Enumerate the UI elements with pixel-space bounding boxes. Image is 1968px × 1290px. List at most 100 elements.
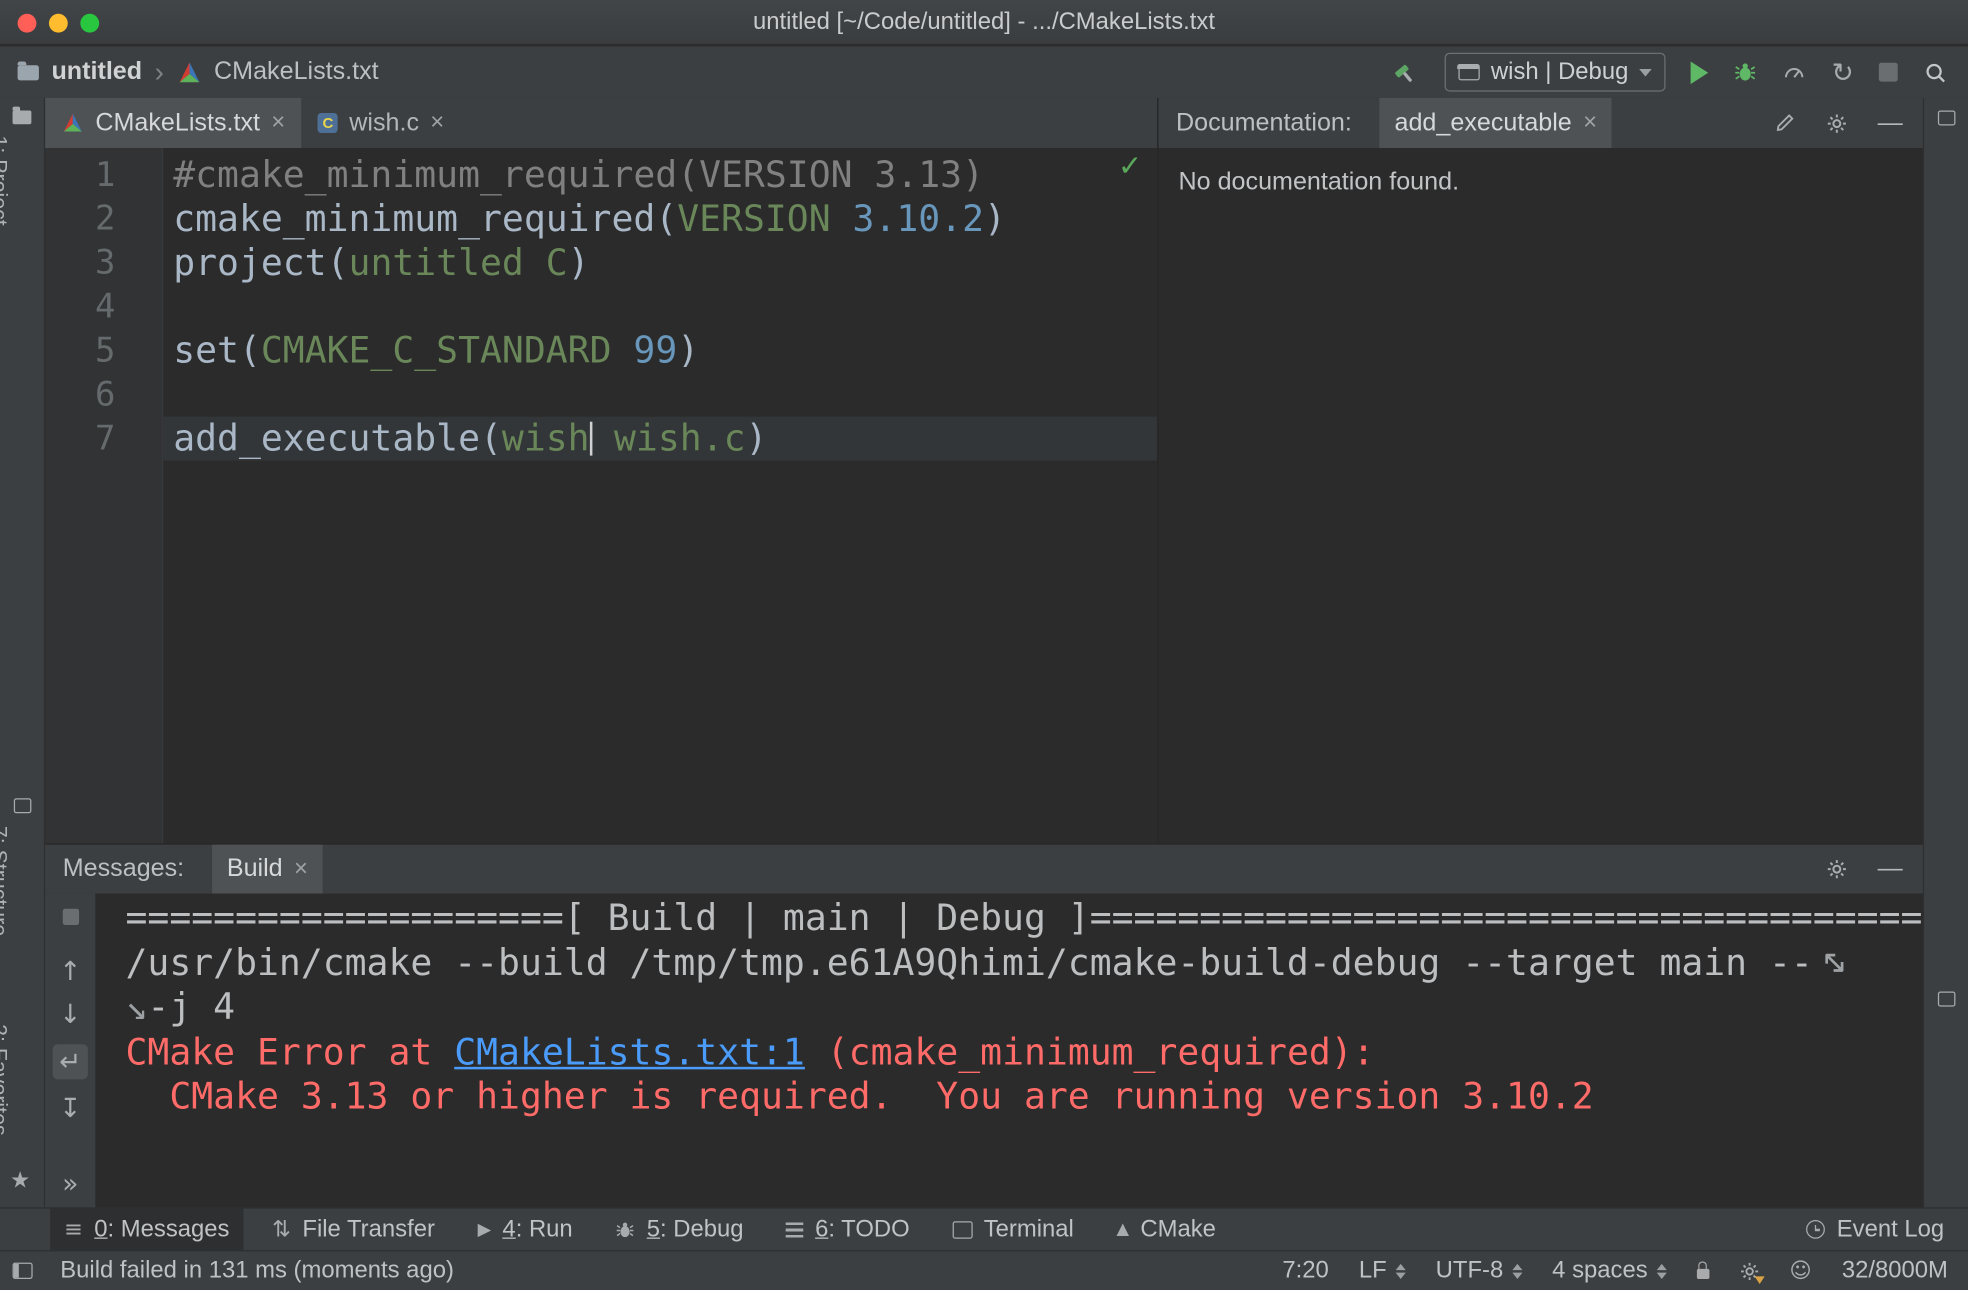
code-editor[interactable]: 1 #cmake_minimum_required(VERSION 3.13) 2… [45, 148, 1158, 844]
next-message-icon[interactable]: ↓ [59, 1001, 81, 1028]
text-segment: File Transfer [302, 1215, 435, 1242]
code-line[interactable]: 6 [45, 373, 1157, 417]
zoom-window-button[interactable] [80, 13, 100, 33]
favorites-star-icon[interactable]: ★ [10, 1167, 30, 1193]
close-icon[interactable]: × [294, 855, 308, 883]
console-stop-icon[interactable] [62, 908, 79, 926]
sidebar-item-structure[interactable]: 7: Structure [0, 826, 11, 936]
text-segment: ↘ [125, 985, 148, 1028]
code-text: add_executable(wish wish.c) [163, 416, 1158, 461]
console-text: CMake 3.13 or higher is required. You ar… [125, 1074, 1594, 1118]
gear-icon[interactable] [1826, 858, 1847, 879]
toolwindow-file-transfer-button[interactable]: ⇅ File Transfer [258, 1209, 448, 1250]
console-toolbar: ↑ ↓ ↵ ↧ » [45, 893, 96, 1208]
more-actions-icon[interactable]: » [62, 1170, 78, 1197]
hide-panel-icon[interactable]: — [1878, 109, 1903, 138]
run-config-combo[interactable]: wish | Debug [1444, 52, 1667, 92]
close-icon[interactable]: × [271, 109, 285, 137]
text-segment: CMake 3.13 or higher is required. You ar… [125, 1074, 1594, 1118]
caret-position[interactable]: 7:20 [1282, 1257, 1328, 1285]
search-icon[interactable] [1923, 60, 1948, 85]
line-ending-selector[interactable]: LF [1359, 1257, 1406, 1285]
console-line: CMake Error at CMakeLists.txt:1 (cmake_m… [126, 1030, 1923, 1075]
error-file-link[interactable]: CMakeLists.txt:1 [454, 1030, 805, 1073]
sidebar-item-favorites[interactable]: 2: Favorites [0, 1024, 11, 1135]
close-icon[interactable]: × [1583, 109, 1597, 137]
breadcrumb-project[interactable]: untitled [51, 58, 142, 87]
code-line[interactable]: 4 [45, 285, 1157, 329]
code-line[interactable]: 2 cmake_minimum_required(VERSION 3.10.2) [45, 197, 1157, 241]
hide-panel-icon[interactable]: — [1878, 855, 1903, 884]
gear-sync-icon[interactable] [1739, 1261, 1765, 1284]
button-label: Event Log [1836, 1215, 1945, 1242]
toolwindow-toggle-icon[interactable] [12, 1262, 33, 1279]
event-log-button[interactable]: Event Log [1793, 1209, 1958, 1250]
tab-cmakelists[interactable]: CMakeLists.txt × [45, 97, 302, 149]
scroll-to-end-icon[interactable]: ↧ [59, 1095, 81, 1122]
toolwindow-debug-button[interactable]: 5: Debug [602, 1209, 758, 1250]
inspections-ok-icon[interactable]: ✓ [1118, 151, 1142, 184]
button-label: 4: Run [502, 1216, 572, 1244]
edit-source-icon[interactable] [1773, 112, 1796, 135]
toolwindow-todo-button[interactable]: 6: TODO [772, 1209, 923, 1250]
text-segment: cmake_minimum_required( [173, 197, 678, 240]
remote-host-icon [1937, 110, 1956, 126]
messages-label: Messages: [62, 854, 185, 883]
text-segment: wish.c [592, 416, 746, 460]
toolwindow-terminal-button[interactable]: Terminal [939, 1209, 1088, 1250]
tab-build[interactable]: Build × [211, 844, 323, 894]
breadcrumb-file[interactable]: CMakeLists.txt [214, 58, 379, 87]
expand-line-icon[interactable]: ↔ [1808, 938, 1859, 989]
stop-icon[interactable] [1878, 62, 1898, 82]
toolwindow-cmake-button[interactable]: ▲ CMake [1103, 1209, 1230, 1250]
minimize-window-button[interactable] [48, 13, 68, 33]
cmake-file-icon [179, 61, 199, 82]
code-text: #cmake_minimum_required(VERSION 3.13) [163, 153, 1157, 197]
indent-selector[interactable]: 4 spaces [1552, 1257, 1667, 1285]
build-console[interactable]: ====================[ Build | main | Deb… [95, 893, 1923, 1208]
sidebar-item-project[interactable]: 1: Project [0, 136, 11, 226]
text-segment: 99 [633, 328, 678, 372]
code-line[interactable]: 3 project(untitled C) [45, 241, 1157, 285]
code-line[interactable]: 1 #cmake_minimum_required(VERSION 3.13) [45, 153, 1157, 197]
soft-wrap-icon[interactable]: ↵ [52, 1044, 88, 1080]
toolwindow-messages-button[interactable]: ≡ 0: Messages [50, 1208, 244, 1251]
text-segment: 6 [815, 1215, 829, 1242]
console-text: /usr/bin/cmake --build /tmp/tmp.e61A9Qhi… [126, 941, 1813, 984]
tab-wishc[interactable]: C wish.c × [302, 98, 461, 148]
toolwindow-run-button[interactable]: ▶ 4: Run [464, 1209, 587, 1250]
documentation-toolbar: — [1773, 109, 1922, 138]
memory-indicator[interactable]: 32/8000M [1842, 1257, 1948, 1285]
structure-tool-icon [13, 798, 32, 814]
text-segment: -j 4 [147, 985, 236, 1028]
prev-message-icon[interactable]: ↑ [59, 958, 81, 985]
status-message: Build failed in 131 ms (moments ago) [60, 1256, 454, 1284]
close-icon[interactable]: × [430, 109, 444, 137]
rerun-icon[interactable]: ↻ [1832, 57, 1854, 87]
tab-add-executable[interactable]: add_executable × [1379, 97, 1613, 149]
code-line-current[interactable]: 7 add_executable(wish wish.c) [45, 416, 1158, 461]
assistant-icon[interactable]: ☺ [1789, 1258, 1811, 1283]
console-line: ↘-j 4 [126, 985, 1923, 1030]
button-label: 6: TODO [815, 1216, 910, 1244]
debug-icon[interactable] [1734, 60, 1758, 84]
run-icon[interactable] [1691, 60, 1709, 84]
window-title: untitled [~/Code/untitled] - .../CMakeLi… [753, 8, 1215, 35]
console-text: ====================[ Build | main | Deb… [126, 896, 1923, 939]
build-hammer-icon[interactable] [1392, 58, 1420, 86]
encoding-selector[interactable]: UTF-8 [1436, 1257, 1523, 1285]
gear-icon[interactable] [1826, 112, 1847, 133]
lock-icon[interactable] [1696, 1261, 1710, 1279]
updown-icon [1512, 1263, 1523, 1279]
right-tool-stripe: Remote Host Documentation [1922, 97, 1968, 1208]
profiler-icon[interactable] [1783, 60, 1807, 84]
line-number: 5 [95, 331, 116, 371]
app-window-icon [1457, 63, 1480, 81]
run-config-label: wish | Debug [1490, 58, 1629, 85]
breadcrumb: untitled › CMakeLists.txt [0, 56, 379, 89]
ide-window: untitled [~/Code/untitled] - .../CMakeLi… [0, 0, 1968, 1290]
code-line[interactable]: 5 set(CMAKE_C_STANDARD 99) [45, 329, 1157, 373]
chevron-down-icon [1639, 68, 1653, 76]
close-window-button[interactable] [17, 13, 37, 33]
